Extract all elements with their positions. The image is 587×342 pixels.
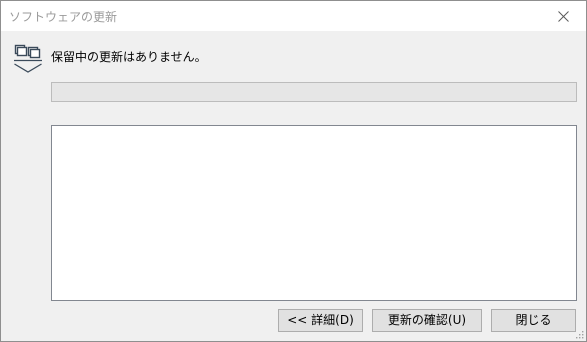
details-button[interactable]: << 詳細(D) [278,309,363,332]
close-button[interactable]: 閉じる [491,309,576,332]
status-message: 保留中の更新はありません。 [51,50,207,64]
progress-bar [51,82,577,102]
close-icon [557,10,569,22]
window-title: ソフトウェアの更新 [9,10,118,24]
resize-grip-icon[interactable] [574,329,584,339]
software-update-window: ソフトウェアの更新 保留中の更新はありません。 << 詳細(D) 更新の確認(U… [0,0,587,342]
title-bar[interactable]: ソフトウェアの更新 [1,1,586,31]
details-log[interactable] [51,125,577,301]
check-updates-button[interactable]: 更新の確認(U) [372,309,482,332]
window-close-button[interactable] [540,1,586,31]
windows-update-icon [14,44,42,73]
